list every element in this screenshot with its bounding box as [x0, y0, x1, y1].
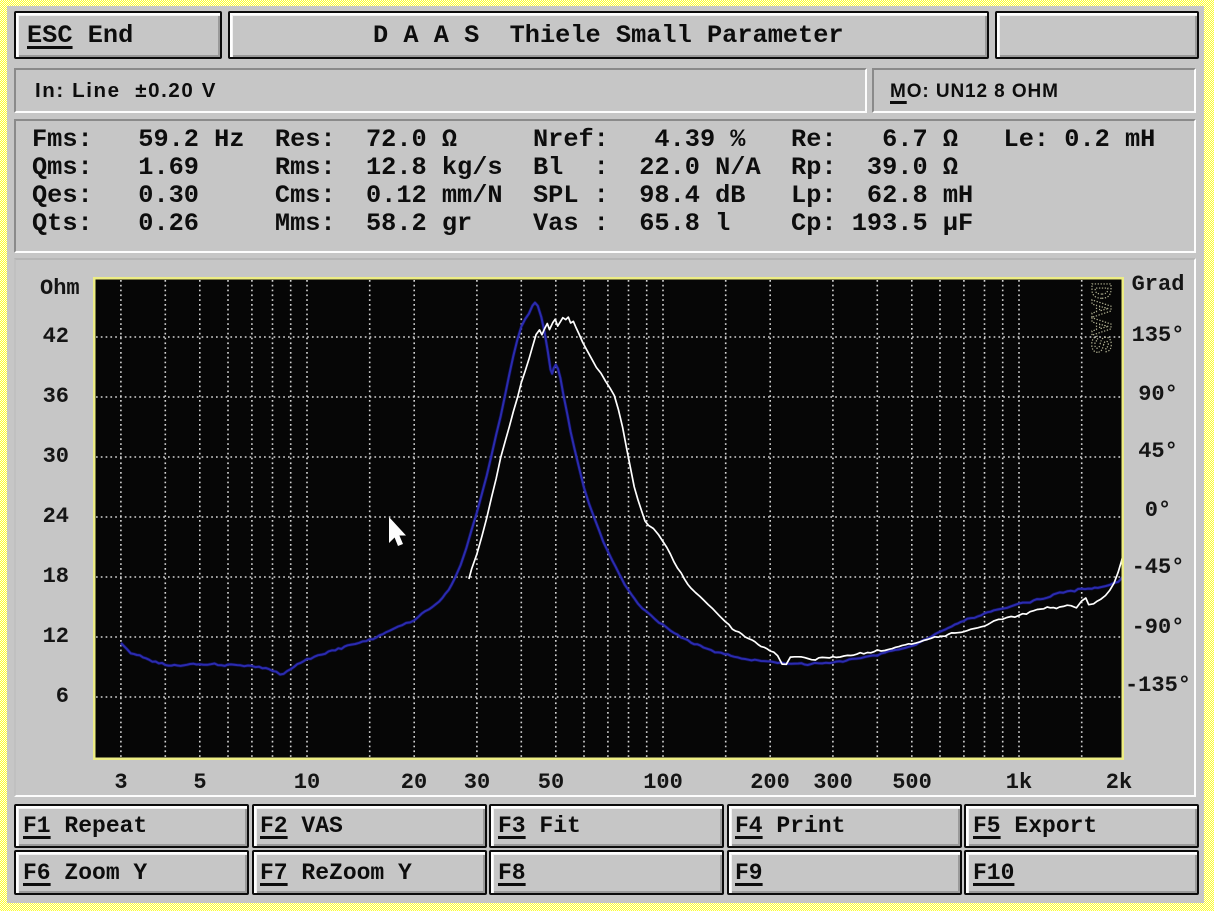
svg-text:DAAS: DAAS [1083, 282, 1116, 354]
